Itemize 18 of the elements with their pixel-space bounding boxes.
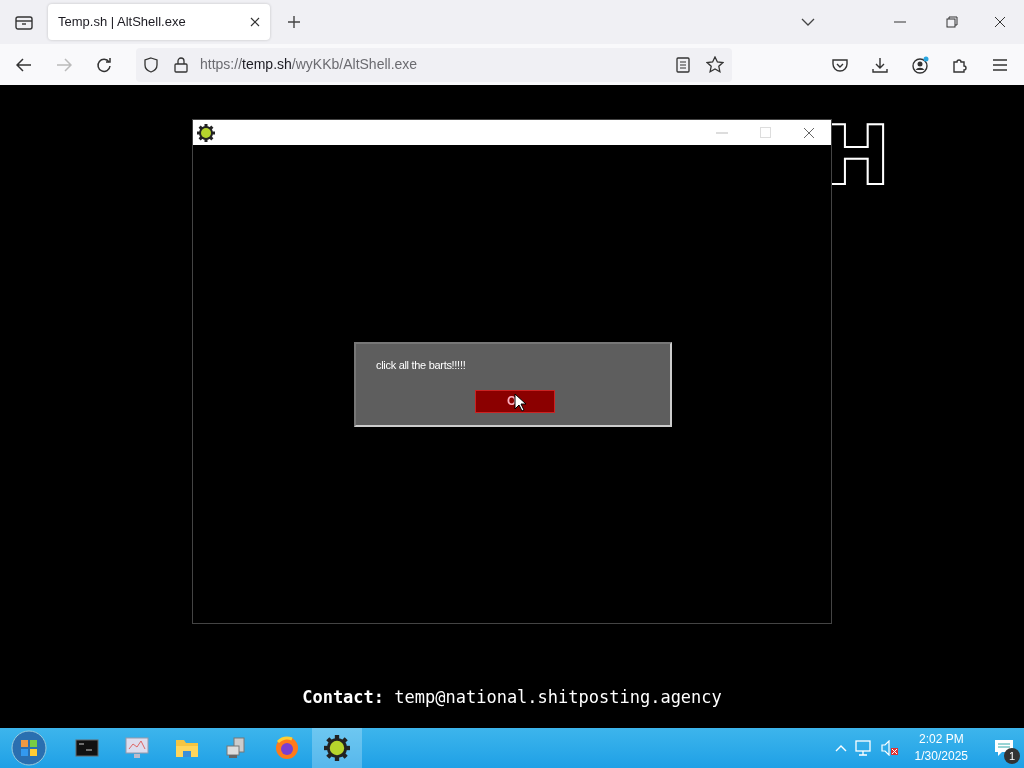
chevron-up-icon[interactable] <box>834 744 847 752</box>
reader-view-icon[interactable] <box>676 56 690 73</box>
bookmark-star-icon[interactable] <box>706 55 724 74</box>
url-text: https://temp.sh/wyKKb/AltShell.exe <box>200 55 418 74</box>
shield-icon <box>144 56 158 73</box>
close-tab-icon[interactable] <box>250 17 260 27</box>
close-icon[interactable] <box>803 126 815 139</box>
lock-icon <box>174 56 188 73</box>
contact-text: Contact: temp@national.shitposting.agency <box>301 686 723 709</box>
address-bar[interactable]: https://temp.sh/wyKKb/AltShell.exe <box>136 47 732 82</box>
muted-speaker-icon[interactable] <box>880 740 899 756</box>
notification-count: 1 <box>1004 748 1020 764</box>
gear-icon <box>197 123 215 142</box>
gear-icon[interactable] <box>312 728 362 768</box>
dialog-message: click all the barts!!!!! <box>376 358 466 373</box>
network-icon[interactable] <box>854 740 873 756</box>
browser-tab[interactable]: Temp.sh | AltShell.exe <box>48 4 270 40</box>
mouse-pointer-icon <box>514 392 526 412</box>
